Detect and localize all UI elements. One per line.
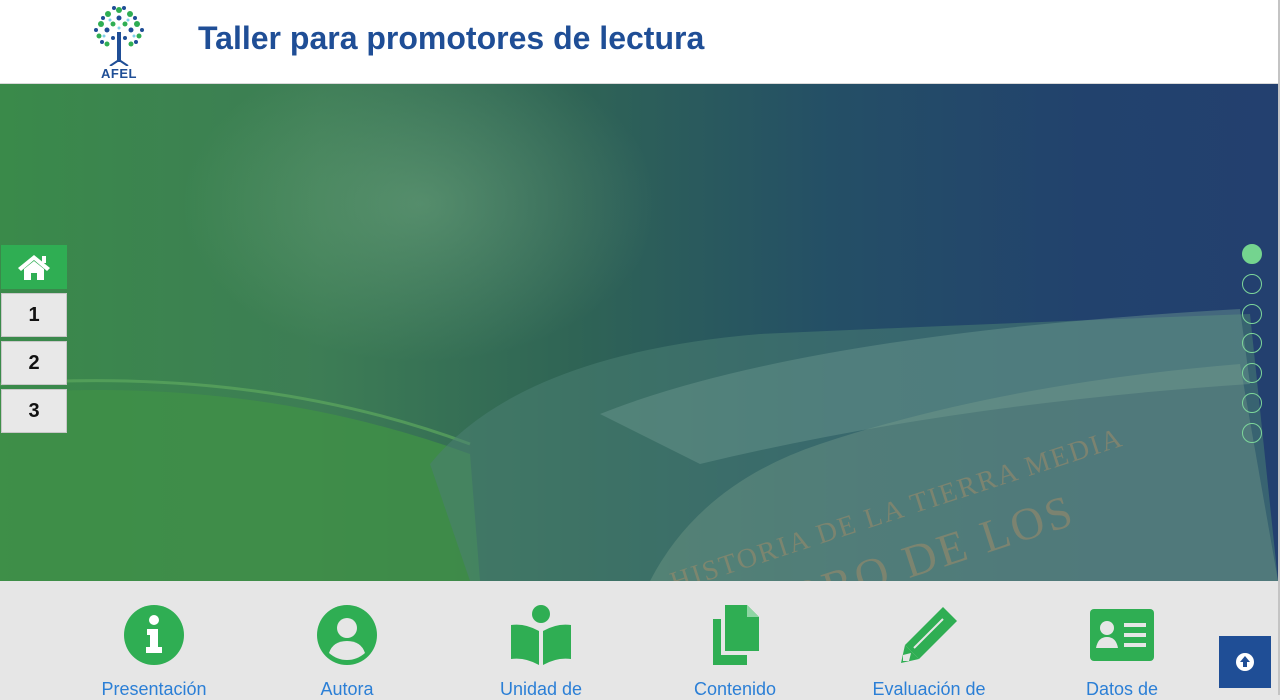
user-icon (317, 605, 377, 665)
copy-files-icon (713, 605, 759, 665)
pencil-icon (901, 607, 957, 663)
menu-label-contenido: Contenido (693, 679, 777, 699)
afel-logo[interactable]: AFEL (88, 2, 150, 82)
id-card-icon (1090, 609, 1154, 661)
hero-banner: HISTORIA DE LA TIERRA MEDIA LIBRO DE LOS (0, 84, 1278, 581)
slider-dot-7[interactable] (1242, 422, 1262, 443)
menu-label-autora: Autora (320, 679, 374, 699)
page-title: Taller para promotores de lectura (198, 20, 705, 56)
menu-label-unidad: Unidad de (499, 679, 583, 699)
side-navigation: 1 2 3 (1, 245, 67, 437)
side-nav-item-3[interactable]: 3 (1, 389, 67, 433)
menu-label-datos: Datos de (1085, 679, 1159, 699)
slider-dot-3[interactable] (1242, 303, 1262, 324)
section-menu: Presentación Autora Unidad de Contenido (0, 581, 1278, 699)
slider-dot-6[interactable] (1242, 392, 1262, 413)
side-nav-item-2[interactable]: 2 (1, 341, 67, 385)
side-nav-item-1[interactable]: 1 (1, 293, 67, 337)
tree-logo-icon (94, 6, 144, 67)
slider-dot-1[interactable] (1242, 244, 1262, 264)
menu-label-evaluacion: Evaluación de (872, 679, 986, 699)
slider-dot-4[interactable] (1242, 333, 1262, 354)
logo-text: AFEL (101, 66, 137, 81)
slider-dot-5[interactable] (1242, 363, 1262, 384)
scroll-to-top-button[interactable] (1219, 636, 1271, 688)
reader-book-icon (511, 605, 571, 665)
open-book-image: HISTORIA DE LA TIERRA MEDIA LIBRO DE LOS (0, 309, 1278, 581)
home-icon (18, 255, 50, 280)
site-header: AFEL Taller para promotores de lectura (0, 0, 1280, 84)
slider-dot-2[interactable] (1242, 273, 1262, 294)
home-button[interactable] (1, 245, 67, 289)
menu-label-presentacion: Presentación (101, 679, 207, 699)
info-icon (124, 605, 184, 665)
slider-dots (1242, 244, 1262, 453)
arrow-up-circle-icon (1236, 653, 1254, 671)
